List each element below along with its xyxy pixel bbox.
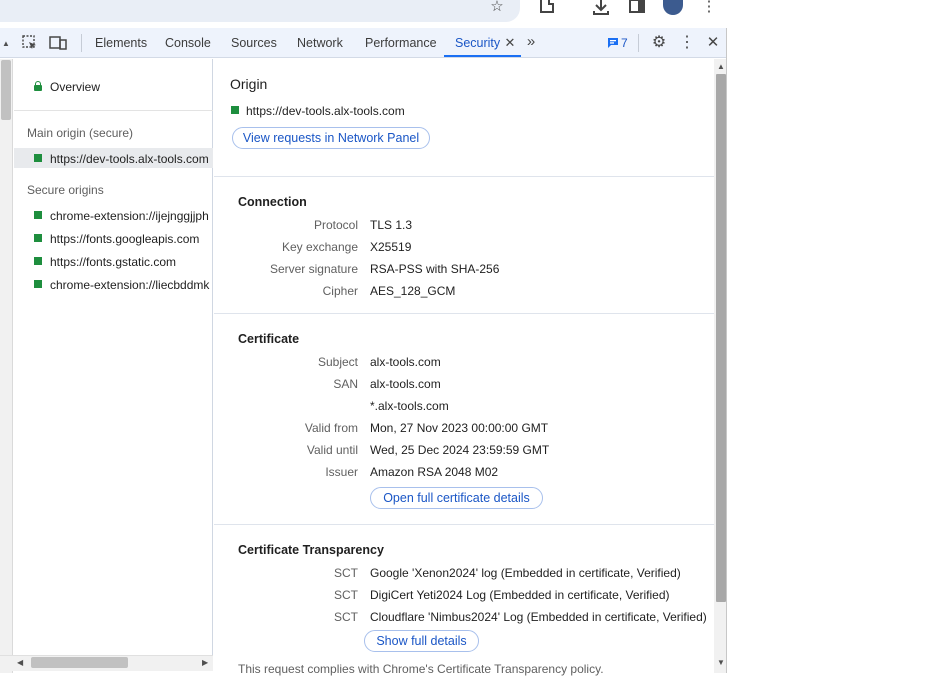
- field-value: *.alx-tools.com: [370, 399, 449, 413]
- customize-menu-icon[interactable]: ⋮: [678, 35, 696, 51]
- secure-indicator-icon: [34, 234, 42, 242]
- toolbar-divider: [81, 34, 82, 52]
- close-tab-icon[interactable]: ✕: [501, 35, 519, 51]
- secure-indicator-icon: [34, 211, 42, 219]
- open-certificate-button[interactable]: Open full certificate details: [370, 487, 543, 509]
- scroll-up-arrow-icon[interactable]: ▲: [2, 40, 10, 48]
- field-value: alx-tools.com: [370, 355, 441, 369]
- field-value: Amazon RSA 2048 M02: [370, 465, 499, 479]
- field-label: Valid until: [306, 443, 358, 457]
- field-value: RSA-PSS with SHA-256: [370, 262, 500, 276]
- field-value: Wed, 25 Dec 2024 23:59:59 GMT: [370, 443, 550, 457]
- field-value: DigiCert Yeti2024 Log (Embedded in certi…: [370, 588, 670, 602]
- issues-icon[interactable]: [607, 36, 619, 52]
- inspect-element-icon[interactable]: [21, 35, 39, 51]
- left-scrollbar-thumb[interactable]: [1, 60, 11, 120]
- issues-count[interactable]: 7: [621, 36, 628, 50]
- main-origin-label[interactable]: https://dev-tools.alx-tools.com: [50, 152, 212, 166]
- certificate-heading: Certificate: [238, 332, 300, 346]
- field-label: Protocol: [313, 218, 358, 232]
- tab-console[interactable]: Console: [165, 28, 211, 57]
- field-label: SCT: [334, 588, 358, 602]
- settings-gear-icon[interactable]: ⚙: [650, 35, 668, 51]
- connection-heading: Connection: [238, 195, 307, 209]
- extensions-icon[interactable]: [536, 0, 558, 16]
- close-devtools-icon[interactable]: ✕: [704, 35, 722, 51]
- field-value: AES_128_GCM: [370, 284, 456, 298]
- device-toolbar-icon[interactable]: [49, 35, 67, 51]
- show-full-details-button[interactable]: Show full details: [364, 630, 479, 652]
- main-origin-heading: Main origin (secure): [27, 126, 134, 140]
- field-label: Key exchange: [281, 240, 358, 254]
- origin-heading: Origin: [230, 76, 268, 92]
- field-label: SCT: [334, 610, 358, 624]
- sidebar-item-overview[interactable]: Overview: [50, 80, 100, 94]
- tab-elements[interactable]: Elements: [95, 28, 147, 57]
- sidebar-item-origin[interactable]: chrome-extension://liecbddmk: [50, 278, 212, 292]
- field-label: Valid from: [304, 421, 358, 435]
- secure-indicator-icon: [34, 257, 42, 265]
- section-divider: [214, 176, 714, 177]
- view-requests-button[interactable]: View requests in Network Panel: [232, 127, 430, 149]
- devtools-toolbar: Elements Console Sources Network Perform…: [0, 28, 726, 58]
- sidebar-item-origin[interactable]: https://fonts.googleapis.com: [50, 232, 212, 246]
- secure-indicator-icon: [34, 280, 42, 288]
- address-bar[interactable]: [0, 0, 520, 22]
- scroll-down-arrow-icon[interactable]: ▼: [717, 659, 725, 667]
- devtools-border: [726, 28, 727, 673]
- compliance-text: This request complies with Chrome's Cert…: [238, 662, 604, 676]
- field-label: SCT: [334, 566, 358, 580]
- tab-sources[interactable]: Sources: [231, 28, 277, 57]
- tab-security[interactable]: Security: [455, 28, 500, 57]
- section-divider: [214, 524, 714, 525]
- field-label: Subject: [317, 355, 358, 369]
- browser-toolbar: ☆ ⋮: [0, 0, 926, 28]
- transparency-heading: Certificate Transparency: [238, 543, 384, 557]
- field-value: alx-tools.com: [370, 377, 441, 391]
- field-value: Cloudflare 'Nimbus2024' Log (Embedded in…: [370, 610, 707, 624]
- sidebar-scrollbar-thumb[interactable]: [31, 657, 128, 668]
- field-label: Server signature: [269, 262, 358, 276]
- tab-network[interactable]: Network: [297, 28, 343, 57]
- scroll-up-arrow-icon[interactable]: ▲: [717, 63, 725, 71]
- star-icon[interactable]: ☆: [486, 0, 508, 16]
- sidebar-item-origin[interactable]: chrome-extension://ijejnggjjph: [50, 209, 212, 223]
- secure-origins-heading: Secure origins: [27, 183, 104, 197]
- scroll-left-arrow-icon[interactable]: ◀: [17, 659, 23, 667]
- field-label: Cipher: [322, 284, 358, 298]
- download-icon[interactable]: [590, 0, 612, 16]
- left-scrollbar[interactable]: [0, 59, 13, 673]
- field-label: Issuer: [325, 465, 358, 479]
- tab-performance[interactable]: Performance: [365, 28, 437, 57]
- scroll-right-arrow-icon[interactable]: ▶: [202, 659, 208, 667]
- field-value: TLS 1.3: [370, 218, 413, 232]
- side-panel-icon[interactable]: [626, 0, 648, 16]
- field-value: Google 'Xenon2024' log (Embedded in cert…: [370, 566, 681, 580]
- section-divider: [214, 313, 714, 314]
- lock-icon: [34, 81, 42, 91]
- active-tab-indicator: [444, 55, 521, 57]
- origin-url: https://dev-tools.alx-tools.com: [246, 104, 405, 118]
- field-value: Mon, 27 Nov 2023 00:00:00 GMT: [370, 421, 549, 435]
- avatar[interactable]: [663, 0, 683, 15]
- more-tabs-icon[interactable]: »: [522, 34, 540, 50]
- main-scrollbar-thumb[interactable]: [716, 74, 726, 602]
- sidebar-item-origin[interactable]: https://fonts.gstatic.com: [50, 255, 212, 269]
- field-label: SAN: [333, 377, 358, 391]
- sidebar-divider: [14, 110, 213, 111]
- kebab-menu-icon[interactable]: ⋮: [698, 0, 720, 16]
- secure-indicator-icon: [34, 154, 42, 162]
- toolbar-divider: [638, 34, 639, 52]
- field-value: X25519: [370, 240, 412, 254]
- secure-indicator-icon: [231, 106, 239, 114]
